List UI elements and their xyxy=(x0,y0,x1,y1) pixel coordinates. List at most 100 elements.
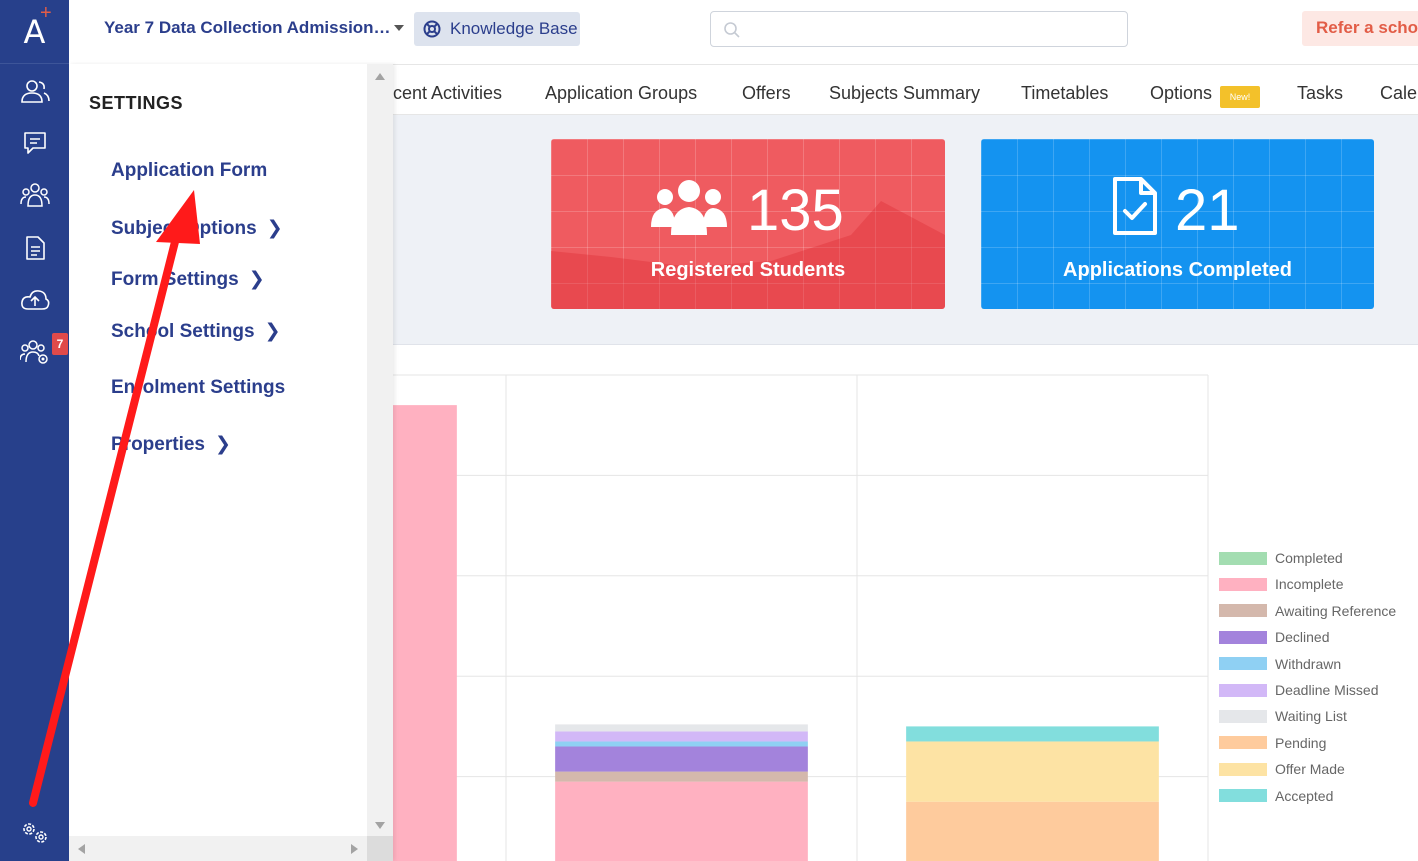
app-logo[interactable]: A + xyxy=(0,0,69,64)
scroll-down-arrow-icon[interactable] xyxy=(375,822,385,829)
horizontal-scrollbar[interactable] xyxy=(69,836,367,861)
tab-timetables[interactable]: Timetables xyxy=(1021,83,1108,104)
refer-a-school-button[interactable]: Refer a scho xyxy=(1302,11,1418,46)
bar-segment-accepted[interactable] xyxy=(906,726,1159,742)
legend-label: Deadline Missed xyxy=(1275,682,1379,698)
top-header: Year 7 Data Collection Admission… Knowle… xyxy=(69,0,1418,64)
legend-swatch xyxy=(1219,736,1267,750)
legend-item[interactable]: Declined xyxy=(1219,627,1418,647)
bar-segment-awaiting-reference[interactable] xyxy=(555,771,808,782)
legend-label: Withdrawn xyxy=(1275,655,1342,672)
notification-badge: 7 xyxy=(52,333,68,355)
left-rail: A + 7 xyxy=(0,0,69,861)
legend-label: Awaiting Reference xyxy=(1275,602,1397,619)
users-icon[interactable] xyxy=(20,77,50,107)
bar-segment-deadline-missed[interactable] xyxy=(555,731,808,742)
legend-swatch xyxy=(1219,551,1267,565)
cloud-upload-icon[interactable] xyxy=(20,285,50,315)
vertical-scrollbar[interactable] xyxy=(367,64,393,836)
legend-label: Incomplete xyxy=(1275,576,1344,593)
app-title[interactable]: Year 7 Data Collection Admission… xyxy=(104,18,391,38)
legend-label: Offer Made xyxy=(1275,761,1345,778)
menu-item-label: Application Form xyxy=(111,160,268,181)
legend-item[interactable]: Withdrawn xyxy=(1219,654,1418,674)
chevron-right-icon: ❯ xyxy=(214,434,231,455)
menu-item-form-settings[interactable]: Form Settings ❯ xyxy=(111,268,265,291)
chevron-right-icon: ❯ xyxy=(248,269,265,290)
bar-segment-offer-made[interactable] xyxy=(906,741,1159,802)
bar-segment-declined[interactable] xyxy=(555,746,808,772)
bar-segment-withdrawn[interactable] xyxy=(555,741,808,747)
group-settings-icon[interactable] xyxy=(20,337,50,367)
tab-offers[interactable]: Offers xyxy=(742,83,791,104)
legend-item[interactable]: Accepted xyxy=(1219,786,1418,806)
chevron-down-icon[interactable] xyxy=(394,25,404,31)
legend-label: Pending xyxy=(1275,734,1327,751)
registered-students-value: 135 xyxy=(747,178,844,243)
knowledge-base-label: Knowledge Base xyxy=(450,19,578,38)
legend-item[interactable]: Awaiting Reference xyxy=(1219,601,1418,621)
tab-application-groups[interactable]: Application Groups xyxy=(545,83,697,104)
menu-item-label: Form Settings xyxy=(111,268,239,290)
legend-swatch xyxy=(1219,789,1267,803)
search-input[interactable] xyxy=(710,11,1128,47)
scroll-up-arrow-icon[interactable] xyxy=(375,73,385,80)
document-check-icon xyxy=(1113,177,1157,235)
tab-calendar[interactable]: Cale xyxy=(1380,83,1417,104)
legend-label: Declined xyxy=(1275,629,1330,646)
legend-item[interactable]: Pending xyxy=(1219,733,1418,753)
legend-label: Accepted xyxy=(1275,787,1334,804)
registered-students-card[interactable]: 135 Registered Students xyxy=(551,139,945,309)
menu-item-subject-options[interactable]: Subject Options ❯ xyxy=(111,217,283,240)
settings-icon[interactable] xyxy=(20,818,50,848)
tab-recent-activities[interactable]: cent Activities xyxy=(393,83,502,104)
registered-students-label: Registered Students xyxy=(650,259,846,281)
settings-flyout: SETTINGS Application Form Subject Option… xyxy=(69,64,393,861)
scroll-left-arrow-icon[interactable] xyxy=(78,844,85,854)
menu-item-application-form[interactable]: Application Form xyxy=(111,160,267,182)
legend-item[interactable]: Waiting List xyxy=(1219,706,1418,726)
chevron-right-icon: ❯ xyxy=(266,218,283,239)
scroll-right-arrow-icon[interactable] xyxy=(351,844,358,854)
tab-options[interactable]: Options xyxy=(1150,83,1212,104)
message-icon[interactable] xyxy=(20,128,50,158)
legend-swatch xyxy=(1219,683,1267,697)
chevron-right-icon: ❯ xyxy=(264,321,281,342)
menu-item-properties[interactable]: Properties ❯ xyxy=(111,433,231,456)
legend-swatch xyxy=(1219,577,1267,591)
tab-tasks[interactable]: Tasks xyxy=(1297,83,1343,104)
legend-item[interactable]: Deadline Missed xyxy=(1219,680,1418,700)
search-icon xyxy=(724,22,740,38)
bar-segment-pending[interactable] xyxy=(906,801,1159,861)
legend-swatch xyxy=(1219,762,1267,776)
scrollbar-corner xyxy=(367,836,393,861)
menu-item-school-settings[interactable]: School Settings ❯ xyxy=(111,320,281,343)
new-badge: New! xyxy=(1220,86,1260,108)
menu-item-label: School Settings xyxy=(111,320,255,342)
applications-completed-card[interactable]: 21 Applications Completed xyxy=(981,139,1374,309)
bar-segment-waiting-list[interactable] xyxy=(555,724,808,732)
menu-item-label: Subject Options xyxy=(111,217,257,239)
legend-label: Waiting List xyxy=(1275,708,1347,725)
group-icon[interactable] xyxy=(20,180,50,210)
legend-item[interactable]: Offer Made xyxy=(1219,759,1418,779)
legend-swatch xyxy=(1219,709,1267,723)
menu-item-label: Enrolment Settings xyxy=(111,377,286,398)
document-icon[interactable] xyxy=(20,233,50,263)
app-root: Completed Incomplete Awaiting Reference Dec… xyxy=(0,0,1418,861)
users-group-icon xyxy=(651,180,727,235)
menu-item-label: Properties xyxy=(111,433,205,455)
legend-swatch xyxy=(1219,630,1267,644)
legend-item[interactable]: Incomplete xyxy=(1219,574,1418,594)
tab-subjects-summary[interactable]: Subjects Summary xyxy=(829,83,980,104)
bar-segment-incomplete[interactable] xyxy=(555,781,808,861)
legend-swatch xyxy=(1219,604,1267,618)
logo-plus-icon: + xyxy=(40,2,52,24)
legend-item[interactable]: Completed xyxy=(1219,548,1418,568)
lifebuoy-icon xyxy=(423,20,441,38)
menu-item-enrolment-settings[interactable]: Enrolment Settings xyxy=(111,377,285,399)
knowledge-base-button[interactable]: Knowledge Base xyxy=(414,12,580,46)
applications-completed-value: 21 xyxy=(1175,178,1240,243)
legend-swatch xyxy=(1219,657,1267,671)
legend-label: Completed xyxy=(1275,550,1343,566)
